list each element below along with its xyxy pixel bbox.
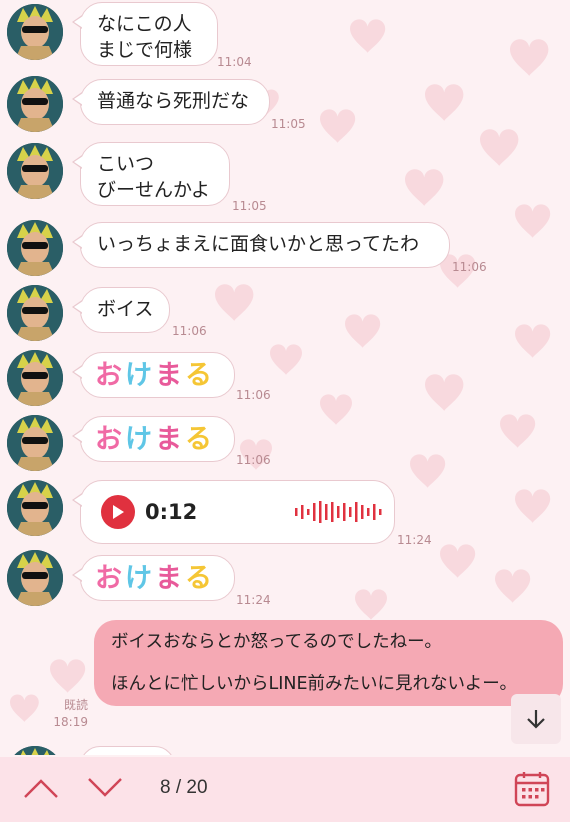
read-receipt: 既読 18:19: [48, 697, 88, 731]
current-result: 8: [160, 777, 171, 798]
sticker-char: ま: [155, 424, 185, 455]
sticker-char: お: [95, 424, 125, 455]
avatar[interactable]: [7, 4, 63, 60]
sticker-char: け: [125, 360, 155, 391]
message-line: こいつ: [97, 153, 155, 175]
message-line: なにこの人: [97, 13, 192, 35]
message-line: びーせんかよ: [97, 179, 211, 201]
sticker-message[interactable]: おけまる: [72, 555, 235, 602]
message-time: 11:06: [236, 388, 271, 402]
message-bubble[interactable]: [80, 746, 175, 755]
message-bubble[interactable]: 普通なら死刑だな: [72, 79, 270, 125]
voice-duration: 0:12: [145, 500, 198, 524]
message-paragraph: ほんとに忙しいからLINE前みたいに見れないよー。: [111, 674, 518, 694]
message-line: ボイス: [97, 298, 154, 320]
sticker-char: ま: [155, 360, 185, 391]
message-time: 11:06: [236, 453, 271, 467]
play-icon: [113, 505, 124, 519]
okemaru-sticker: おけまる: [81, 417, 229, 463]
message-time: 11:04: [217, 55, 252, 69]
avatar[interactable]: [7, 746, 63, 755]
sticker-char: お: [95, 360, 125, 391]
message-time: 11:05: [232, 199, 267, 213]
total-results: 20: [186, 777, 208, 798]
message-bubble[interactable]: こいつ びーせんかよ: [72, 142, 230, 206]
search-navigation-bar: 8 / 20: [0, 757, 570, 822]
message-line: まじで何様: [97, 39, 193, 61]
message-time: 18:19: [53, 715, 88, 729]
message-time: 11:24: [236, 593, 271, 607]
sticker-char: け: [125, 563, 155, 594]
sticker-char: る: [185, 360, 215, 391]
calendar-icon[interactable]: [513, 770, 551, 808]
message-time: 11:06: [452, 260, 487, 274]
sticker-message[interactable]: おけまる: [72, 416, 235, 463]
message-line: 普通なら死刑だな: [97, 90, 250, 112]
avatar[interactable]: [7, 285, 63, 341]
chevron-up-icon[interactable]: [22, 775, 60, 801]
avatar[interactable]: [7, 220, 63, 276]
message-line: いっちょまえに面食いかと思ってたわ: [97, 233, 420, 255]
outgoing-message-bubble[interactable]: ボイスおならとか怒ってるのでしたねー。 ほんとに忙しいからLINE前みたいに見れ…: [94, 620, 563, 706]
avatar[interactable]: [7, 350, 63, 406]
sticker-char: る: [185, 424, 215, 455]
search-result-counter: 8 / 20: [160, 777, 208, 799]
sticker-char: け: [125, 424, 155, 455]
avatar[interactable]: [7, 480, 63, 536]
sticker-char: お: [95, 563, 125, 594]
play-button[interactable]: [101, 495, 135, 529]
waveform-icon: [295, 501, 382, 523]
message-paragraph: ボイスおならとか怒ってるのでしたねー。: [111, 632, 442, 652]
message-time: 11:24: [397, 533, 432, 547]
counter-separator: /: [175, 777, 182, 798]
message-bubble[interactable]: いっちょまえに面食いかと思ってたわ: [72, 222, 450, 268]
sticker-char: ま: [155, 563, 185, 594]
avatar[interactable]: [7, 415, 63, 471]
okemaru-sticker: おけまる: [81, 556, 229, 602]
avatar[interactable]: [7, 143, 63, 199]
chevron-down-icon[interactable]: [86, 775, 124, 801]
sticker-message[interactable]: おけまる: [72, 352, 235, 399]
read-label: 既読: [63, 698, 88, 712]
message-bubble[interactable]: ボイス: [72, 287, 170, 333]
message-time: 11:05: [271, 117, 306, 131]
scroll-to-bottom-button[interactable]: [511, 694, 561, 744]
sticker-char: る: [185, 563, 215, 594]
okemaru-sticker: おけまる: [81, 353, 229, 399]
avatar[interactable]: [7, 76, 63, 132]
avatar[interactable]: [7, 550, 63, 606]
arrow-down-icon: [527, 710, 545, 729]
chat-history[interactable]: なにこの人 まじで何様 11:04 普通なら死刑だな 11:05 こいつ びーせ…: [0, 0, 570, 755]
message-time: 11:06: [172, 324, 207, 338]
message-bubble[interactable]: なにこの人 まじで何様: [72, 2, 218, 66]
voice-message[interactable]: 0:12: [72, 480, 395, 544]
